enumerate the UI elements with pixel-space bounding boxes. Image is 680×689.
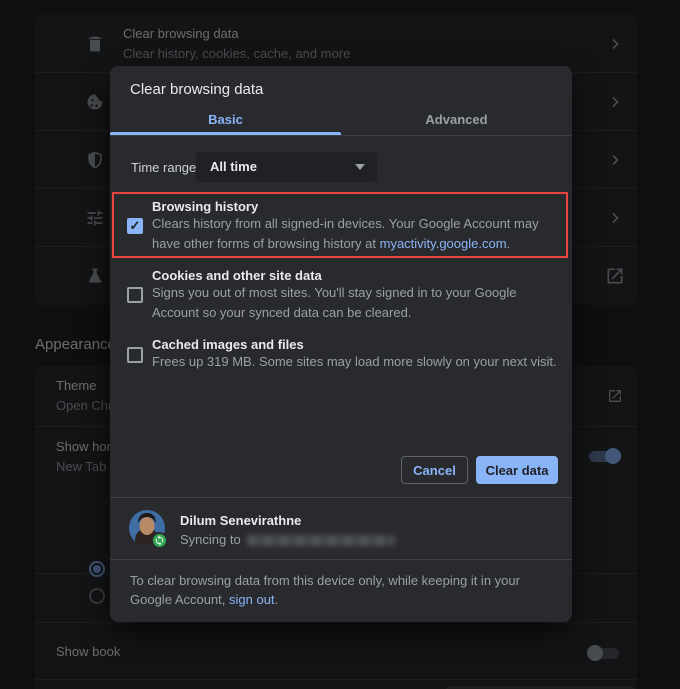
cookies-desc: Signs you out of most sites. You'll stay… [152, 283, 562, 323]
blurred-email [247, 535, 395, 546]
profile-name: Dilum Senevirathne [180, 513, 301, 528]
tab-advanced[interactable]: Advanced [341, 110, 572, 130]
tab-basic[interactable]: Basic [110, 110, 341, 130]
browsing-history-checkbox[interactable]: ✓ [127, 218, 143, 234]
myactivity-link[interactable]: myactivity.google.com [380, 236, 507, 251]
profile-sync-status: Syncing to [180, 532, 395, 547]
sign-out-link[interactable]: sign out [229, 592, 275, 607]
chevron-down-icon [355, 164, 365, 170]
cached-images-title: Cached images and files [152, 337, 304, 352]
clear-data-button[interactable]: Clear data [476, 456, 558, 484]
check-icon: ✓ [130, 218, 141, 233]
tab-strip-divider [110, 135, 572, 136]
time-range-select[interactable]: All time [196, 152, 377, 182]
dialog-title: Clear browsing data [130, 81, 263, 98]
browsing-history-title: Browsing history [152, 199, 258, 214]
dialog-divider [110, 559, 572, 560]
sync-ok-icon [151, 532, 168, 549]
time-range-value: All time [210, 159, 257, 174]
dialog-footer-note: To clear browsing data from this device … [130, 571, 554, 609]
cached-images-desc: Frees up 319 MB. Some sites may load mor… [152, 352, 562, 372]
time-range-label: Time range [131, 160, 196, 175]
browsing-history-desc: Clears history from all signed-in device… [152, 214, 562, 254]
chrome-settings-screen: Clear browsing data Clear history, cooki… [0, 0, 680, 689]
cookies-title: Cookies and other site data [152, 268, 322, 283]
clear-browsing-data-dialog: Clear browsing data Basic Advanced Time … [110, 66, 572, 622]
cached-images-checkbox[interactable] [127, 347, 143, 363]
cookies-checkbox[interactable] [127, 287, 143, 303]
cancel-button[interactable]: Cancel [401, 456, 468, 484]
avatar [129, 510, 165, 546]
dialog-divider [110, 497, 572, 498]
